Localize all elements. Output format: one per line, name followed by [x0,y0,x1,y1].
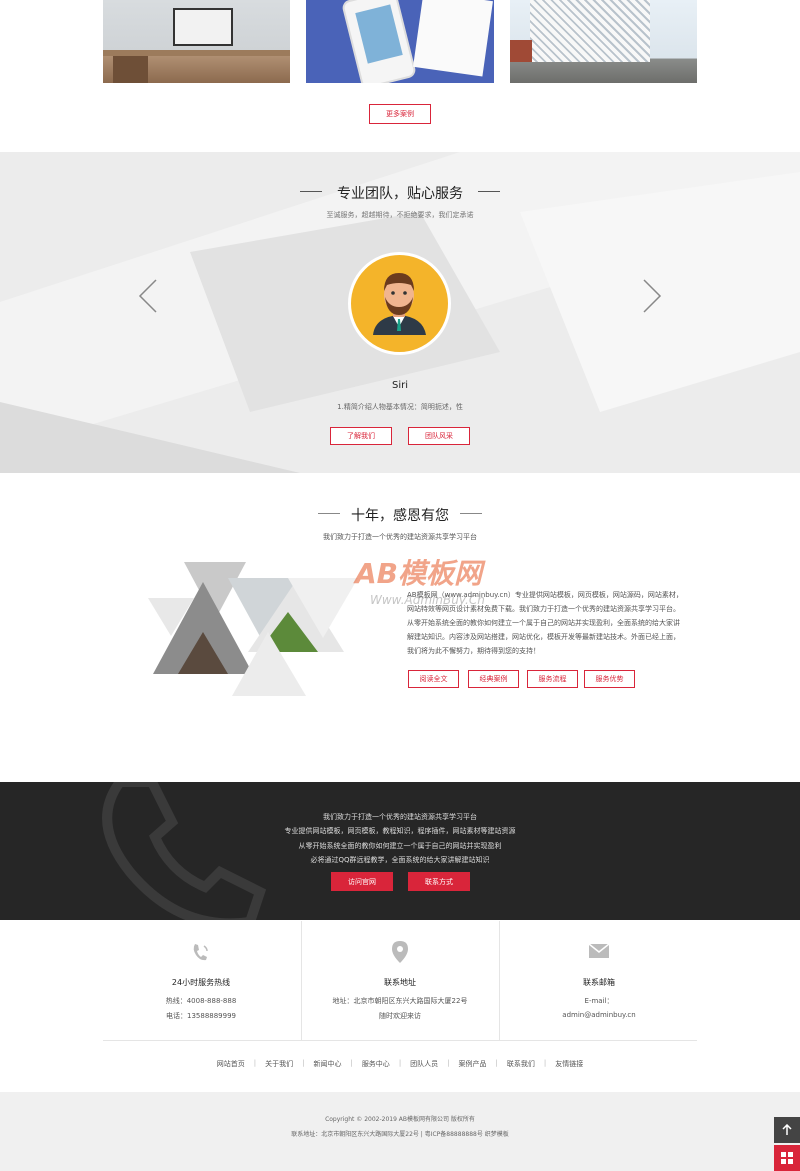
service-advantages-button[interactable]: 服务优势 [584,670,635,688]
back-to-top-button[interactable] [774,1117,800,1143]
title-line-left [300,191,322,192]
address-title: 联系地址 [384,978,416,987]
team-subtitle: 至诚服务，超越期待，不拒绝要求，我们定承诺 [326,211,474,219]
phone-background-icon [102,782,267,920]
band-line: 必将通过QQ群远程教学，全面系统的给大家讲解建站知识 [310,856,490,864]
copyright-text: Copyright © 2002-2019 AB模板网有限公司 版权所有 [325,1116,475,1123]
about-us-button[interactable]: 了解我们 [330,427,392,445]
about-triangle-collage [148,562,358,696]
classic-cases-button[interactable]: 经典案例 [468,670,519,688]
visit-line: 随时欢迎来访 [379,1012,421,1020]
email-label: E-mail： [584,997,614,1005]
hotline-title: 24小时服务热线 [171,978,231,987]
chevron-right-icon[interactable] [640,276,664,316]
footer-nav-contact[interactable]: 联系我们 [498,1059,544,1069]
member-name: Siri [391,380,408,391]
team-style-button[interactable]: 团队风采 [408,427,470,445]
about-subtitle: 我们致力于打造一个优秀的建站资源共享学习平台 [323,533,477,541]
email-address[interactable]: admin@adminbuy.cn [489,1011,709,1019]
footer-nav-news[interactable]: 新闻中心 [304,1059,350,1069]
band-line: 从零开始系统全面的教你如何建立一个属于自己的网站并实现盈利 [298,842,502,850]
footer-nav: 网站首页 | 关于我们 | 新闻中心 | 服务中心 | 团队人员 | 案例产品 | 联系我们… [0,1059,800,1069]
phone-icon [193,944,208,961]
service-process-button[interactable]: 服务流程 [527,670,578,688]
email-title: 联系邮箱 [583,978,615,987]
about-text: AB模板网（www.adminbuy.cn）专业提供网站模板，网页模板，网站源码… [407,588,697,658]
read-more-button[interactable]: 阅读全文 [408,670,459,688]
footer-address: 联系地址：北京市朝阳区东兴大路国际大厦22号 | 粤ICP备88888888号 … [291,1131,509,1138]
more-cases-button[interactable]: 更多案例 [369,104,431,124]
about-text-line: 从零开始系统全面的教你如何建立一个属于自己的网站并实现盈利，全面系统的给大家讲 [407,619,680,627]
member-description: 1.精简介绍人物基本情况：简明扼述，性 [337,403,463,411]
phone-line: 电话：13588889999 [166,1012,236,1020]
about-line-left [318,513,340,514]
contact-info-button[interactable]: 联系方式 [408,872,470,891]
grid-icon [781,1152,793,1164]
watermark-logo: AB模板网 [355,557,483,590]
person-icon [373,273,426,335]
arrow-up-icon [782,1124,792,1135]
address-line: 地址：北京市朝阳区东兴大路国际大厦22号 [332,997,468,1005]
hotline-line: 热线：4008-888-888 [165,997,237,1005]
visit-official-button[interactable]: 访问官网 [331,872,393,891]
team-title: 专业团队，贴心服务 [337,186,463,202]
location-pin-icon [392,941,408,963]
about-text-line: 我们将为此不懈努力，期待得到您的支持！ [407,647,540,655]
footer-divider [103,1040,697,1041]
mail-icon [588,943,610,958]
team-section: 专业团队，贴心服务 至诚服务，超越期待，不拒绝要求，我们定承诺 Siri 1.精… [0,152,800,473]
cta-band [0,782,800,920]
about-text-line: 解建站知识。内容涉及网站搭建，网站优化，模板开发等最新建站技术。外面已经上面， [407,633,680,641]
portfolio-image-office[interactable] [103,0,290,83]
portfolio-image-mobile[interactable] [306,0,494,83]
title-line-right [478,191,500,192]
about-text-line: 网站特效等网页设计素材免费下载。我们致力于打造一个优秀的建站资源共享学习平台。 [407,605,680,613]
footer-nav-cases[interactable]: 案例产品 [450,1059,496,1069]
chevron-left-icon[interactable] [136,276,160,316]
footer-nav-service[interactable]: 服务中心 [353,1059,399,1069]
qr-code-button[interactable] [774,1145,800,1171]
footer-nav-team[interactable]: 团队人员 [401,1059,447,1069]
footer-nav-about[interactable]: 关于我们 [256,1059,302,1069]
band-line: 我们致力于打造一个优秀的建站资源共享学习平台 [323,813,477,821]
about-text-line: AB模板网（www.adminbuy.cn）专业提供网站模板，网页模板，网站源码… [407,591,683,599]
footer-nav-home[interactable]: 网站首页 [208,1059,254,1069]
footer-nav-links[interactable]: 友情链接 [546,1059,592,1069]
band-line: 专业提供网站模板，网页模板，教程知识，程序插件，网站素材等建站资源 [284,827,516,835]
about-title: 十年，感恩有您 [351,508,449,524]
portfolio-image-building[interactable] [510,0,697,83]
about-line-right [460,513,482,514]
avatar [348,252,451,355]
